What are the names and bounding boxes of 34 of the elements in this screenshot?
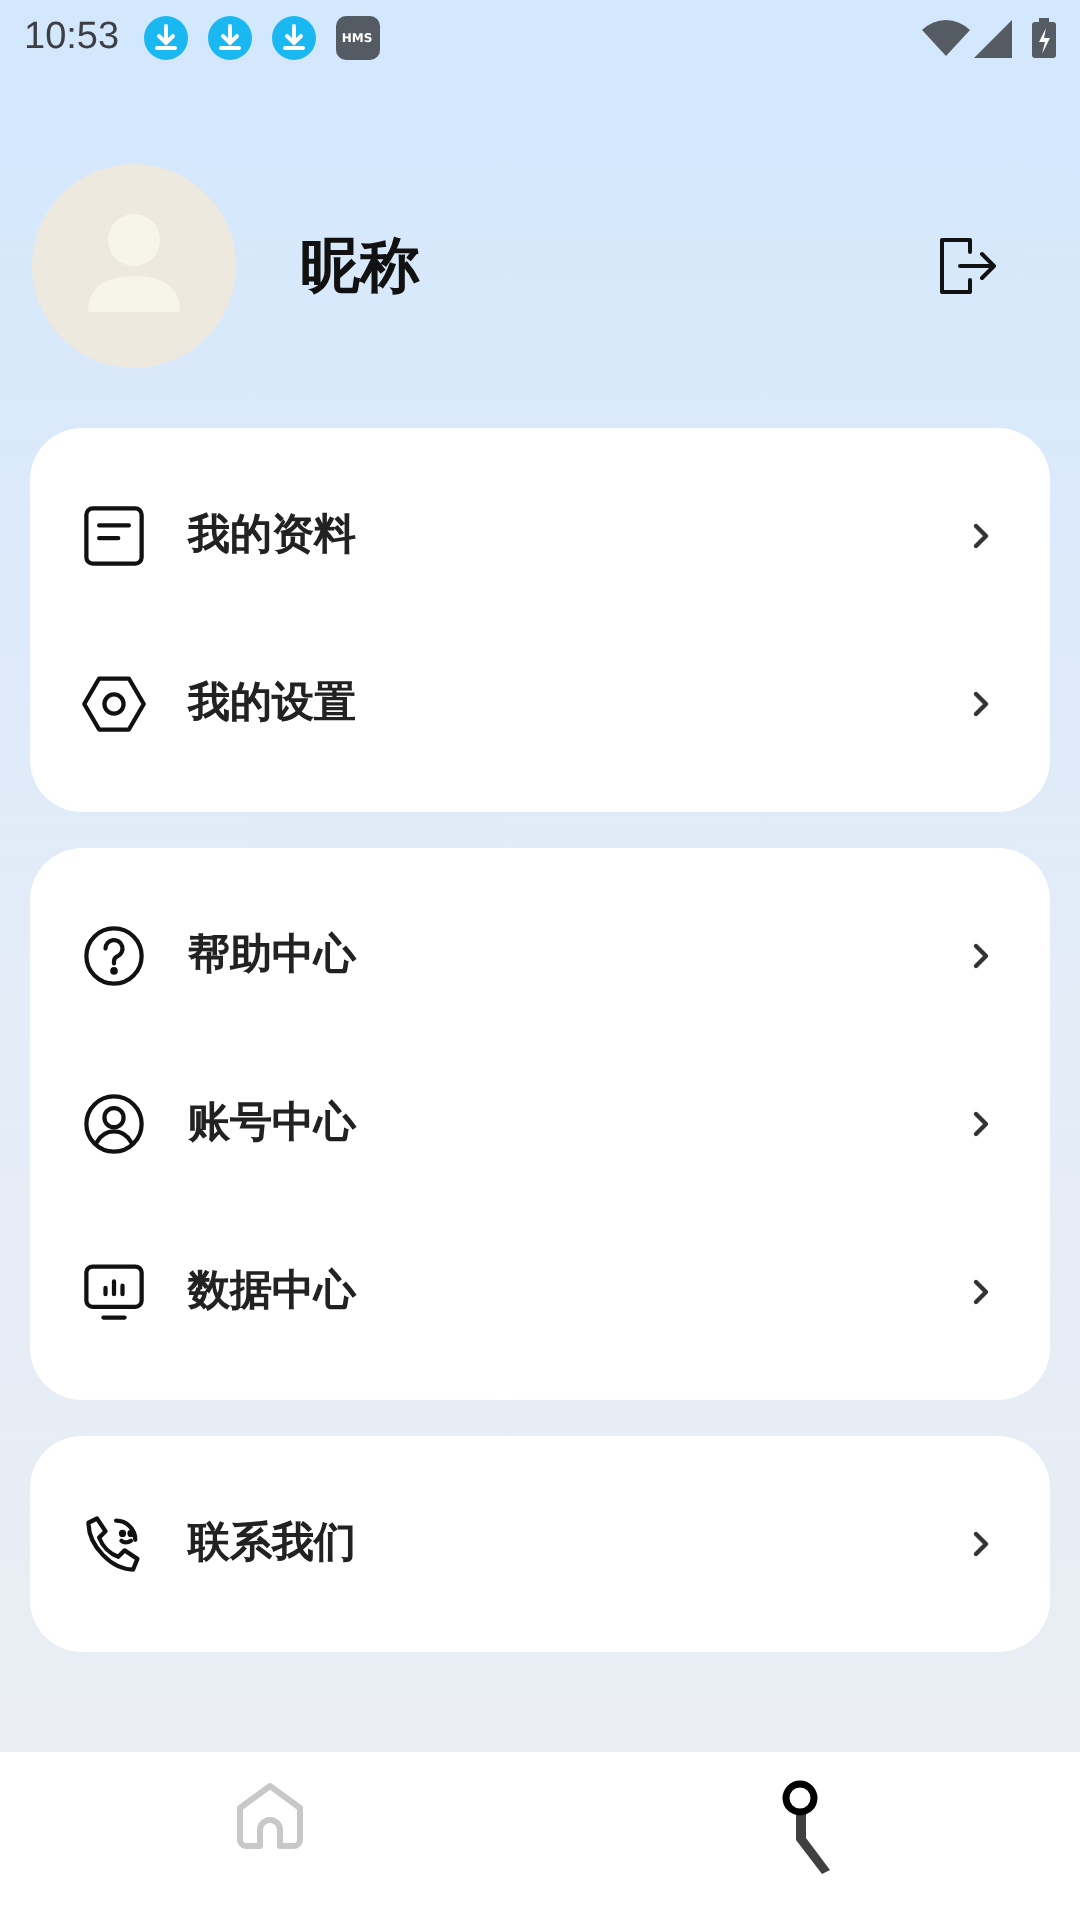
- menu-item-label: 联系我们: [188, 1516, 358, 1571]
- document-icon: [80, 502, 148, 570]
- question-icon: [80, 922, 148, 990]
- menu-item-label: 帮助中心: [188, 928, 359, 983]
- menu-item-label: 账号中心: [188, 1096, 359, 1151]
- menu-item[interactable]: 帮助中心: [30, 872, 1050, 1040]
- menu-item[interactable]: 账号中心: [30, 1040, 1050, 1208]
- nickname: 昵称: [300, 229, 422, 305]
- battery-icon: [1032, 18, 1056, 58]
- logout-icon[interactable]: [936, 236, 1000, 296]
- menu-item[interactable]: 联系我们: [30, 1460, 1050, 1628]
- download-icon: [143, 16, 188, 60]
- menu-item-label: 我的设置: [188, 676, 358, 731]
- chevron-icon: [970, 942, 990, 970]
- user-circle-icon: [80, 1090, 148, 1158]
- menu-item-label: 数据中心: [188, 1264, 359, 1319]
- home-icon: [234, 1780, 306, 1852]
- download-icon: [207, 16, 252, 60]
- chevron-icon: [970, 522, 990, 550]
- avatar[interactable]: [32, 164, 236, 368]
- status-time: 10:53: [24, 13, 120, 62]
- download-icon: [271, 16, 316, 60]
- chevron-icon: [970, 1530, 990, 1558]
- hexagon-icon: [80, 670, 148, 738]
- chevron-icon: [970, 690, 990, 718]
- menu-item[interactable]: 我的资料: [30, 452, 1050, 620]
- menu-item[interactable]: 数据中心: [30, 1208, 1050, 1376]
- chevron-icon: [970, 1110, 990, 1138]
- menu-item-label: 我的资料: [188, 508, 358, 563]
- chevron-icon: [970, 1278, 990, 1306]
- wifi-icon: [922, 20, 970, 56]
- monitor-chart-icon: [80, 1258, 148, 1326]
- signal-icon: [974, 19, 1012, 57]
- menu-item[interactable]: 我的设置: [30, 620, 1050, 788]
